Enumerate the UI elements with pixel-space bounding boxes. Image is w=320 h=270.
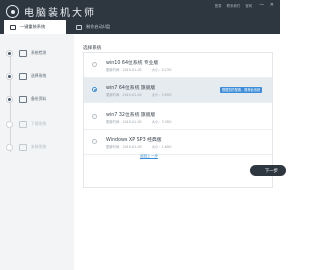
monitor-icon — [19, 72, 27, 80]
contact-link[interactable]: 联系我们 — [227, 4, 241, 8]
system-meta: 更新时间：2019-01-05 大小：4.23G — [106, 67, 181, 72]
update-date: 更新时间：2019-01-05 — [106, 68, 142, 72]
system-name: win7 32位系统 旗舰版 — [106, 113, 156, 118]
step-install-system: 安装系统 — [6, 141, 72, 153]
header-links: 登录 联系我们 官网 — [211, 3, 252, 8]
step-label: 系统检测 — [31, 50, 47, 55]
system-name: win10 64位系统 专业版 — [106, 61, 159, 66]
radio-button[interactable] — [92, 87, 97, 92]
install-icon — [19, 143, 27, 151]
step-select-system: 选择系统 — [6, 70, 72, 82]
step-download-system: 下载系统 — [6, 118, 72, 130]
download-icon — [19, 120, 27, 128]
system-meta: 更新时间：2019-01-05 大小：3.38G — [106, 119, 181, 124]
tab-bar: 一键重装系统 制作启动U盘 — [0, 16, 280, 34]
section-title: 选择系统 — [83, 46, 102, 51]
step-dot — [6, 143, 13, 151]
system-size: 大小：3.38G — [151, 120, 172, 124]
step-dot — [6, 49, 13, 57]
system-size: 大小：1.69G — [151, 145, 172, 149]
step-sidebar: 系统检测 选择系统 备份资料 下载系统 安装系统 — [0, 34, 74, 270]
radio-button[interactable] — [92, 62, 97, 67]
step-label: 下载系统 — [31, 121, 47, 126]
tab-label: 制作启动U盘 — [86, 24, 111, 29]
backup-icon — [19, 95, 27, 103]
login-link[interactable]: 登录 — [215, 4, 222, 8]
window-controls: — ✕ — [259, 2, 276, 8]
step-label: 备份资料 — [31, 96, 47, 101]
system-name: win7 64位系统 旗舰版 — [106, 86, 156, 91]
monitor-check-icon — [19, 49, 27, 57]
tab-reinstall-system[interactable]: 一键重装系统 — [4, 20, 66, 34]
system-option-win7-64[interactable]: win7 64位系统 旗舰版 更新时间：2019-01-05 大小：3.89G … — [84, 78, 272, 103]
step-backup-data: 备份资料 — [6, 93, 72, 105]
back-link[interactable]: 返回上一步 — [140, 154, 158, 159]
system-meta: 更新时间：2019-01-05 大小：1.69G — [106, 144, 181, 149]
tab-make-usb[interactable]: 制作启动U盘 — [70, 20, 132, 34]
system-meta: 更新时间：2019-01-05 大小：3.89G — [106, 92, 181, 97]
system-option-win10-64[interactable]: win10 64位系统 专业版 更新时间：2019-01-05 大小：4.23G — [84, 53, 272, 78]
system-name: Windows XP SP3 经典版 — [106, 138, 162, 143]
system-size: 大小：4.23G — [151, 68, 172, 72]
next-button-label: 下一步 — [264, 168, 278, 174]
system-list: win10 64位系统 专业版 更新时间：2019-01-05 大小：4.23G… — [83, 52, 273, 188]
step-label: 安装系统 — [31, 144, 47, 149]
usb-icon — [76, 24, 82, 30]
step-dot — [6, 120, 13, 128]
update-date: 更新时间：2019-01-05 — [106, 93, 142, 97]
title-bar: 电脑装机大师 登录 联系我们 官网 — ✕ 一键重装系统 制作启动U盘 — [0, 0, 280, 34]
step-dot — [6, 95, 13, 103]
next-button[interactable]: 下一步 — [250, 165, 286, 176]
step-dot — [6, 72, 13, 80]
minimize-button[interactable]: — — [259, 2, 266, 8]
update-date: 更新时间：2019-01-05 — [106, 120, 142, 124]
step-system-check: 系统检测 — [6, 47, 72, 59]
radio-button[interactable] — [92, 114, 97, 119]
close-button[interactable]: ✕ — [270, 2, 276, 8]
system-size: 大小：3.89G — [151, 93, 172, 97]
website-link[interactable]: 官网 — [245, 4, 252, 8]
recommend-badge: 根据您的配置，推荐此系统 — [220, 87, 263, 93]
monitor-icon — [10, 24, 16, 30]
update-date: 更新时间：2019-01-05 — [106, 145, 142, 149]
main-panel: 选择系统 win10 64位系统 专业版 更新时间：2019-01-05 大小：… — [74, 34, 286, 270]
radio-button[interactable] — [92, 139, 97, 144]
system-option-winxp[interactable]: Windows XP SP3 经典版 更新时间：2019-01-05 大小：1.… — [84, 130, 272, 155]
step-label: 选择系统 — [31, 73, 47, 78]
system-option-win7-32[interactable]: win7 32位系统 旗舰版 更新时间：2019-01-05 大小：3.38G — [84, 105, 272, 130]
tab-label: 一键重装系统 — [20, 24, 46, 29]
